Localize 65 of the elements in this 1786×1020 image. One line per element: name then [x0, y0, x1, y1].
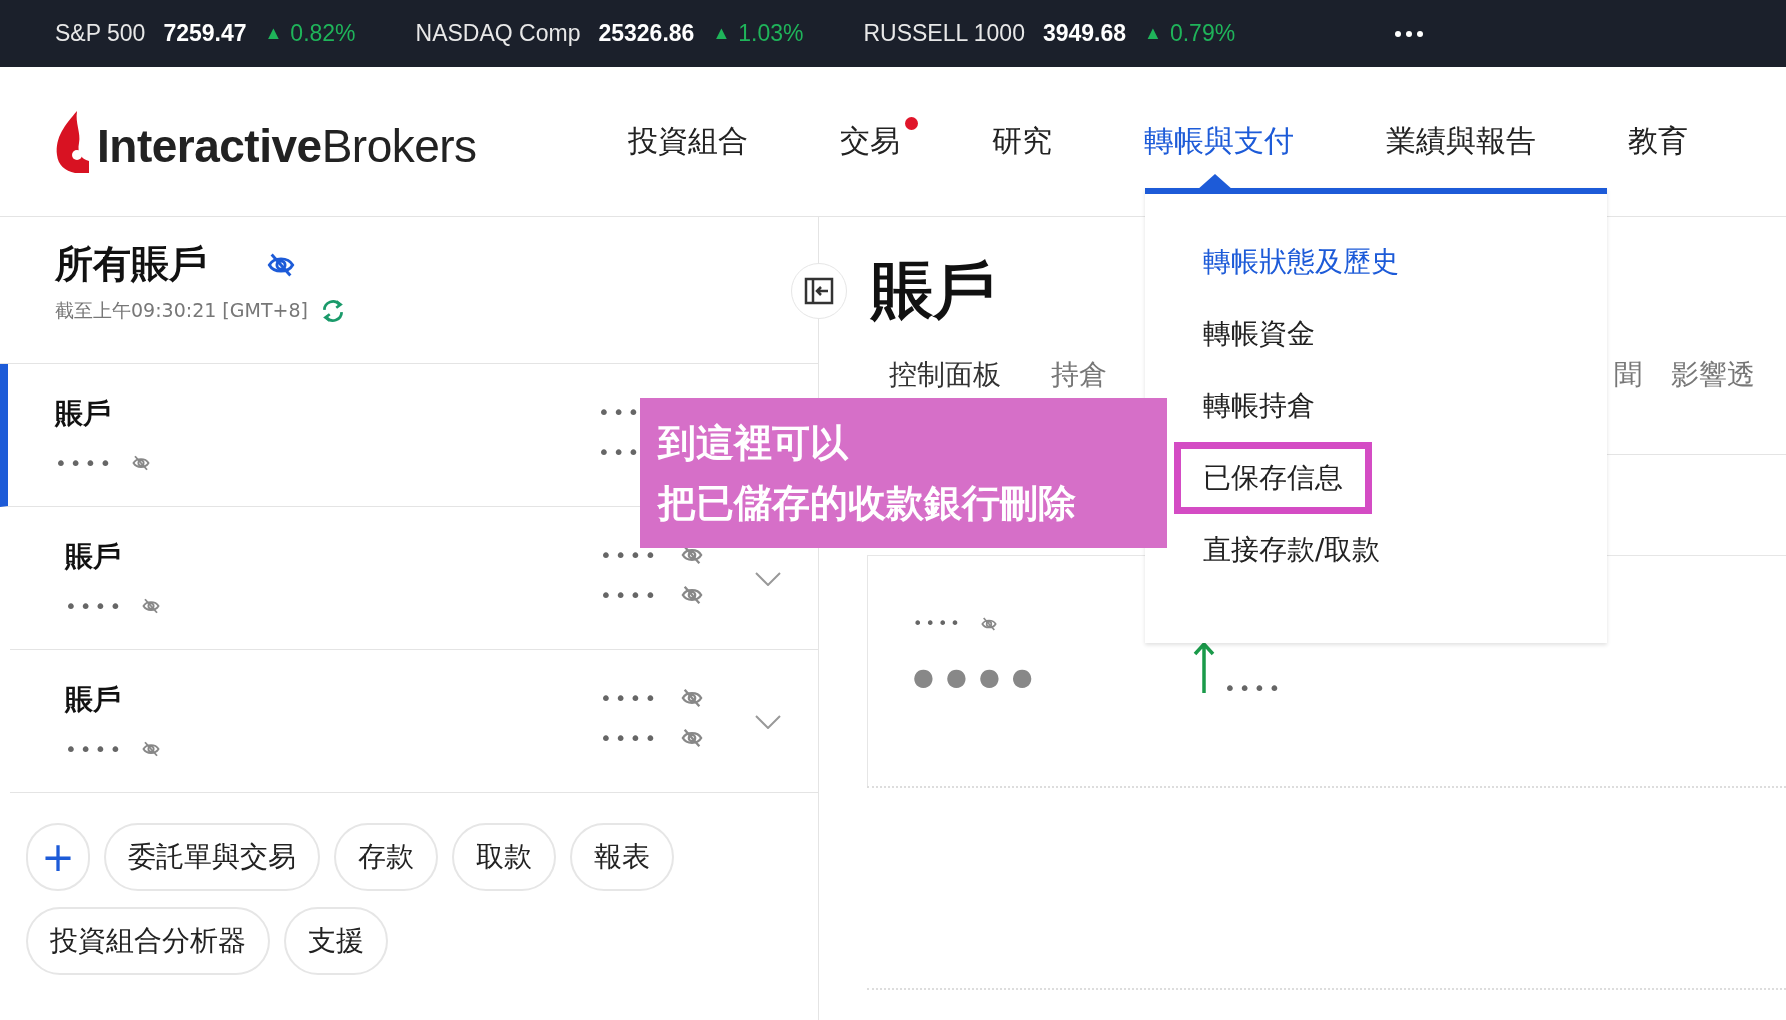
panel-title: 所有賬戶 [55, 241, 207, 288]
page-title: 賬戶 [871, 252, 995, 329]
eye-slash-icon [142, 597, 161, 615]
content-tab[interactable]: 持倉 [1051, 356, 1107, 394]
masked-value: ••• [598, 440, 643, 464]
nav-tab[interactable]: 投資組合 [628, 67, 794, 216]
add-button[interactable]: + [26, 823, 90, 891]
masked-value: •••• [65, 594, 125, 618]
index-name: NASDAQ Comp [415, 20, 581, 47]
index-change: 0.82% [290, 20, 356, 47]
content-tab[interactable]: 聞 [1614, 356, 1642, 394]
eye-slash-icon [681, 727, 704, 749]
masked-balance: ●●●● [913, 663, 1045, 691]
masked-value: •••• [600, 686, 660, 710]
eye-slash-icon [681, 687, 704, 709]
masked-value: •••• [55, 451, 115, 475]
account-row[interactable]: 賬戶 •••• •••• •••• [10, 650, 818, 793]
chevron-down-icon[interactable] [755, 572, 781, 586]
index-value: 7259.47 [163, 20, 247, 47]
index-value: 3949.68 [1042, 20, 1127, 47]
more-icon[interactable] [1395, 30, 1424, 37]
index-change: 1.03% [738, 20, 804, 47]
up-triangle-icon: ▲ [1144, 23, 1162, 44]
nav-tab[interactable]: 交易 [794, 67, 946, 216]
eye-slash-icon [142, 740, 161, 758]
flame-logo-icon [55, 110, 91, 173]
eye-slash-icon [681, 584, 704, 606]
account-name: 賬戶 [65, 539, 122, 575]
menu-item[interactable]: 直接存款/取款 [1174, 514, 1410, 586]
masked-change: •••• [1224, 676, 1284, 700]
action-button[interactable]: 支援 [284, 907, 388, 975]
eye-slash-icon [980, 615, 997, 632]
index-change: 0.79% [1169, 20, 1236, 47]
menu-item[interactable]: 已保存信息 [1174, 442, 1372, 514]
action-button[interactable]: 投資組合分析器 [26, 907, 270, 975]
account-name: 賬戶 [65, 682, 122, 718]
masked-value: •••• [65, 737, 125, 761]
chevron-down-icon[interactable] [755, 715, 781, 729]
masked-value: ••• [598, 400, 643, 424]
index-name: RUSSELL 1000 [863, 20, 1025, 47]
action-button[interactable]: 存款 [334, 823, 438, 891]
up-triangle-icon: ▲ [264, 23, 283, 44]
logo-text[interactable]: InteractiveBrokers [97, 118, 477, 173]
action-button[interactable]: 取款 [452, 823, 556, 891]
content-tab[interactable]: 影響透 [1671, 356, 1755, 394]
eye-slash-icon [132, 454, 151, 472]
menu-item[interactable]: 轉帳狀態及歷史 [1174, 226, 1428, 298]
nav-tab[interactable]: 教育 [1582, 67, 1734, 216]
up-triangle-icon: ▲ [712, 23, 731, 44]
action-button[interactable]: 委託單與交易 [104, 823, 320, 891]
timestamp: 截至上午09:30:21 [GMT+8] [55, 298, 308, 323]
masked-value: •••• [600, 726, 660, 750]
masked-label: •••• [913, 614, 963, 633]
action-button[interactable]: 報表 [570, 823, 674, 891]
content-tab[interactable]: 控制面板 [889, 356, 1001, 394]
menu-item[interactable]: 轉帳持倉 [1174, 370, 1344, 442]
masked-value: •••• [600, 583, 660, 607]
masked-value: •••• [600, 543, 660, 567]
collapse-panel-icon [804, 276, 834, 305]
index-name: S&P 500 [55, 20, 146, 47]
index-value: 25326.86 [598, 20, 695, 47]
account-name: 賬戶 [55, 396, 112, 432]
menu-item[interactable]: 轉帳資金 [1174, 298, 1344, 370]
nav-tab[interactable]: 研究 [946, 67, 1098, 216]
up-arrow-icon [1192, 641, 1216, 695]
